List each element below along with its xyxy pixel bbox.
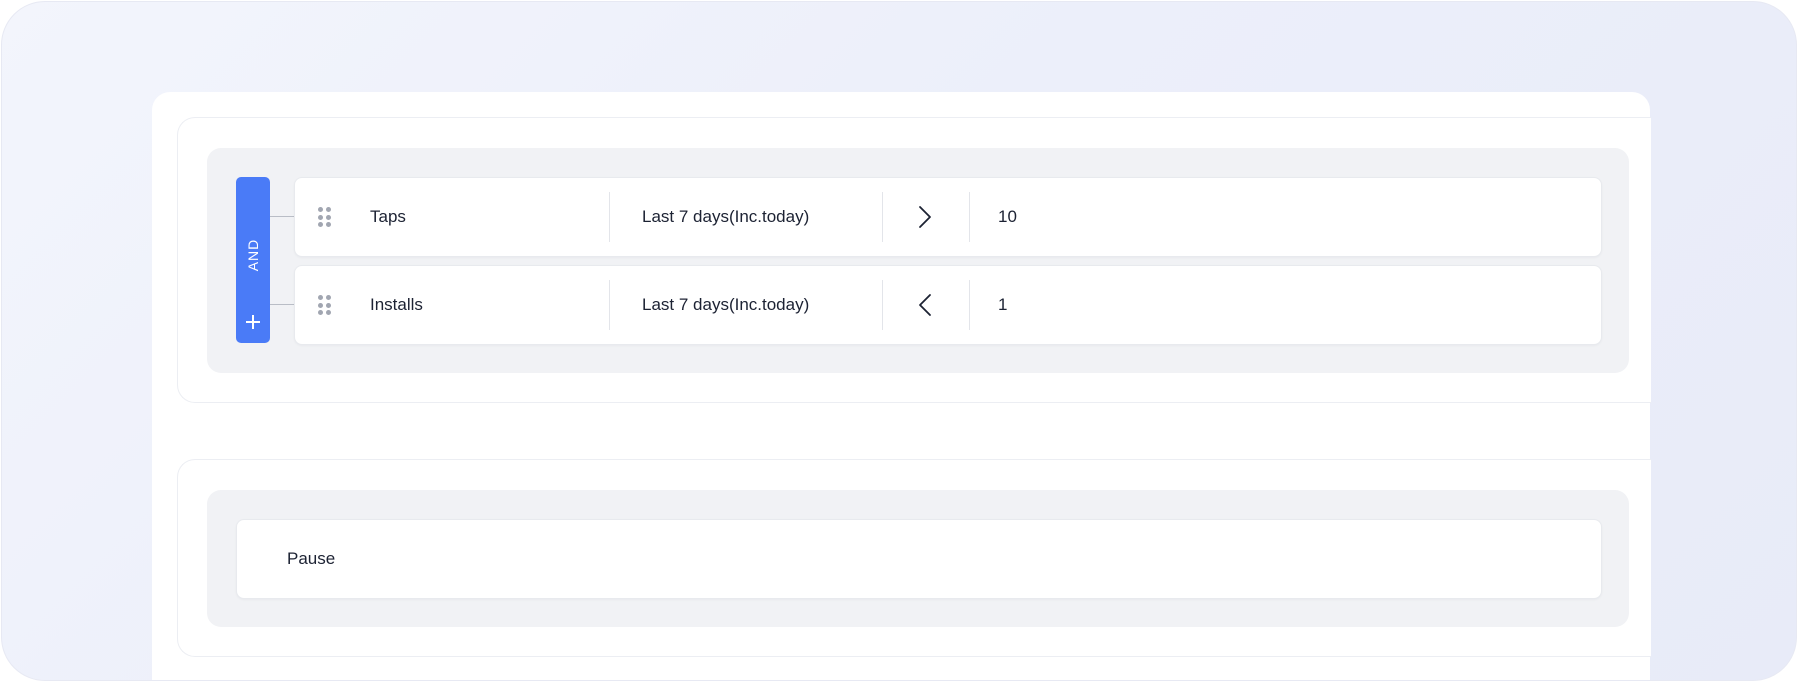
value-input[interactable]: 10 [998,178,1298,256]
greater-than-icon[interactable] [895,201,955,233]
period-select[interactable]: Last 7 days(Inc.today) [642,178,892,256]
divider [609,280,610,330]
drag-handle-icon[interactable] [318,295,332,315]
window-frame: AND Taps Last 7 days(Inc.today) 10 Insta… [1,1,1797,681]
and-operator-label: AND [245,238,261,272]
divider [969,280,970,330]
divider [609,192,610,242]
connector-line [270,304,294,305]
divider [969,192,970,242]
metric-select[interactable]: Installs [370,266,590,344]
plus-icon[interactable] [245,314,261,330]
period-select[interactable]: Last 7 days(Inc.today) [642,266,892,344]
and-operator-toggle[interactable]: AND [236,177,270,343]
metric-select[interactable]: Taps [370,178,590,256]
divider [882,192,883,242]
condition-row: Installs Last 7 days(Inc.today) 1 [294,265,1602,345]
value-input[interactable]: 1 [998,266,1298,344]
divider [882,280,883,330]
action-select[interactable]: Pause [236,519,1602,599]
action-label: Pause [287,549,336,568]
connector-line [270,216,294,217]
drag-handle-icon[interactable] [318,207,332,227]
less-than-icon[interactable] [895,289,955,321]
condition-row: Taps Last 7 days(Inc.today) 10 [294,177,1602,257]
